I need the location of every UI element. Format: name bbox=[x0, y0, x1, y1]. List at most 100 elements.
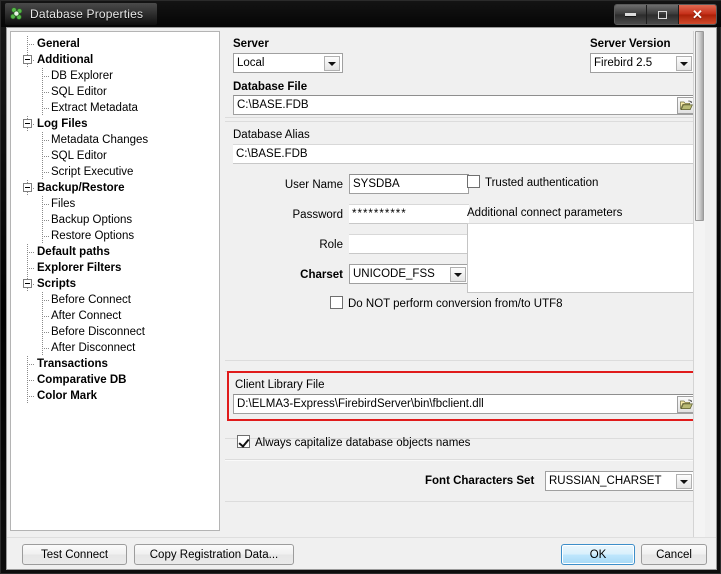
tree-guide-line bbox=[27, 268, 35, 269]
tree-item-after-disconnect[interactable]: After Disconnect bbox=[11, 340, 219, 356]
tree-item-backup-restore[interactable]: Backup/Restore bbox=[11, 180, 219, 196]
tree-collapse-icon[interactable] bbox=[23, 55, 32, 64]
no-utf8-conversion-checkbox[interactable] bbox=[330, 296, 343, 309]
general-settings-panel: Server Local Server Version Firebird 2.5… bbox=[225, 31, 705, 537]
tree-item-log-files[interactable]: Log Files bbox=[11, 116, 219, 132]
open-folder-icon bbox=[680, 100, 693, 111]
minimize-button[interactable] bbox=[615, 5, 647, 24]
tree-guide-line bbox=[42, 316, 50, 317]
tree-item-label: After Connect bbox=[51, 308, 121, 324]
font-charset-combo[interactable]: RUSSIAN_CHARSET bbox=[545, 471, 695, 491]
role-input[interactable] bbox=[349, 234, 469, 254]
database-alias-input[interactable]: C:\BASE.FDB bbox=[233, 144, 695, 164]
tree-item-label: After Disconnect bbox=[51, 340, 135, 356]
tree-collapse-icon[interactable] bbox=[23, 119, 32, 128]
title-bar: Database Properties ✕ bbox=[1, 1, 721, 27]
tree-item-script-executive[interactable]: Script Executive bbox=[11, 164, 219, 180]
user-name-input[interactable]: SYSDBA bbox=[349, 174, 469, 194]
tree-item-label: Extract Metadata bbox=[51, 100, 138, 116]
additional-params-textarea[interactable] bbox=[467, 223, 695, 293]
tree-guide-line bbox=[42, 300, 50, 301]
chevron-down-icon[interactable] bbox=[676, 474, 692, 489]
copy-registration-data-button[interactable]: Copy Registration Data... bbox=[134, 544, 294, 565]
tree-item-additional[interactable]: Additional bbox=[11, 52, 219, 68]
tree-item-label: General bbox=[37, 36, 80, 52]
tree-item-scripts[interactable]: Scripts bbox=[11, 276, 219, 292]
tree-item-label: Restore Options bbox=[51, 228, 134, 244]
dialog-client-area: GeneralAdditionalDB ExplorerSQL EditorEx… bbox=[6, 27, 717, 570]
scrollbar-thumb[interactable] bbox=[695, 31, 704, 221]
chevron-down-icon[interactable] bbox=[450, 267, 466, 282]
user-name-label: User Name bbox=[271, 179, 343, 191]
tree-item-label: SQL Editor bbox=[51, 84, 107, 100]
tree-collapse-icon[interactable] bbox=[23, 279, 32, 288]
tree-guide-line bbox=[42, 220, 50, 221]
maximize-icon bbox=[658, 11, 667, 19]
divider-highlight bbox=[225, 460, 695, 461]
tree-item-color-mark[interactable]: Color Mark bbox=[11, 388, 219, 404]
tree-item-extract-metadata[interactable]: Extract Metadata bbox=[11, 100, 219, 116]
tree-guide-line bbox=[42, 76, 50, 77]
tree-item-explorer-filters[interactable]: Explorer Filters bbox=[11, 260, 219, 276]
ok-button[interactable]: OK bbox=[561, 544, 635, 565]
client-library-label: Client Library File bbox=[235, 379, 324, 391]
tree-item-before-disconnect[interactable]: Before Disconnect bbox=[11, 324, 219, 340]
font-charset-combo-value: RUSSIAN_CHARSET bbox=[549, 475, 661, 487]
server-combo-value: Local bbox=[237, 57, 265, 69]
tree-item-sql-editor[interactable]: SQL Editor bbox=[11, 148, 219, 164]
settings-tree[interactable]: GeneralAdditionalDB ExplorerSQL EditorEx… bbox=[10, 31, 220, 531]
charset-combo[interactable]: UNICODE_FSS bbox=[349, 264, 469, 284]
close-button[interactable]: ✕ bbox=[679, 5, 716, 24]
tree-item-db-explorer[interactable]: DB Explorer bbox=[11, 68, 219, 84]
tree-item-backup-options[interactable]: Backup Options bbox=[11, 212, 219, 228]
database-file-input[interactable]: C:\BASE.FDB bbox=[233, 95, 695, 115]
tree-item-label: Comparative DB bbox=[37, 372, 126, 388]
tree-guide-line bbox=[27, 252, 35, 253]
database-properties-window: Database Properties ✕ GeneralAdditionalD… bbox=[0, 0, 721, 574]
maximize-button[interactable] bbox=[647, 5, 679, 24]
chevron-down-icon[interactable] bbox=[676, 56, 692, 71]
server-combo[interactable]: Local bbox=[233, 53, 343, 73]
tree-item-label: Backup/Restore bbox=[37, 180, 125, 196]
role-label: Role bbox=[271, 239, 343, 251]
tree-item-sql-editor[interactable]: SQL Editor bbox=[11, 84, 219, 100]
divider-bottom bbox=[225, 501, 695, 502]
title-bar-caption: Database Properties bbox=[5, 3, 157, 25]
tree-item-files[interactable]: Files bbox=[11, 196, 219, 212]
tree-guide-line bbox=[42, 92, 50, 93]
tree-item-default-paths[interactable]: Default paths bbox=[11, 244, 219, 260]
tree-item-general[interactable]: General bbox=[11, 36, 219, 52]
tree-item-label: Additional bbox=[37, 52, 93, 68]
tree-guide-line bbox=[42, 140, 50, 141]
tree-item-after-connect[interactable]: After Connect bbox=[11, 308, 219, 324]
always-capitalize-checkbox[interactable] bbox=[237, 435, 250, 448]
tree-item-transactions[interactable]: Transactions bbox=[11, 356, 219, 372]
tree-item-label: Explorer Filters bbox=[37, 260, 121, 276]
tree-item-metadata-changes[interactable]: Metadata Changes bbox=[11, 132, 219, 148]
tree-collapse-icon[interactable] bbox=[23, 183, 32, 192]
trusted-authentication-checkbox[interactable] bbox=[467, 175, 480, 188]
tree-item-restore-options[interactable]: Restore Options bbox=[11, 228, 219, 244]
database-file-label: Database File bbox=[233, 81, 307, 93]
font-charset-label: Font Characters Set bbox=[425, 475, 534, 487]
tree-guide-line bbox=[42, 156, 50, 157]
chevron-down-icon[interactable] bbox=[324, 56, 340, 71]
trusted-authentication-label: Trusted authentication bbox=[485, 177, 598, 189]
tree-item-label: Log Files bbox=[37, 116, 87, 132]
test-connect-button[interactable]: Test Connect bbox=[22, 544, 127, 565]
tree-item-comparative-db[interactable]: Comparative DB bbox=[11, 372, 219, 388]
server-version-combo-value: Firebird 2.5 bbox=[594, 57, 652, 69]
server-version-combo[interactable]: Firebird 2.5 bbox=[590, 53, 695, 73]
tree-guide-line bbox=[42, 204, 50, 205]
tree-item-label: Backup Options bbox=[51, 212, 132, 228]
cancel-button[interactable]: Cancel bbox=[641, 544, 707, 565]
panel-vertical-scrollbar[interactable] bbox=[693, 31, 705, 537]
tree-item-label: Default paths bbox=[37, 244, 110, 260]
password-input[interactable]: ********** bbox=[349, 204, 469, 224]
tree-item-before-connect[interactable]: Before Connect bbox=[11, 292, 219, 308]
tree-guide-line bbox=[27, 44, 35, 45]
charset-combo-value: UNICODE_FSS bbox=[353, 268, 435, 280]
tree-guide-line bbox=[27, 364, 35, 365]
client-library-input[interactable]: D:\ELMA3-Express\FirebirdServer\bin\fbcl… bbox=[233, 394, 695, 414]
tree-item-label: Metadata Changes bbox=[51, 132, 148, 148]
